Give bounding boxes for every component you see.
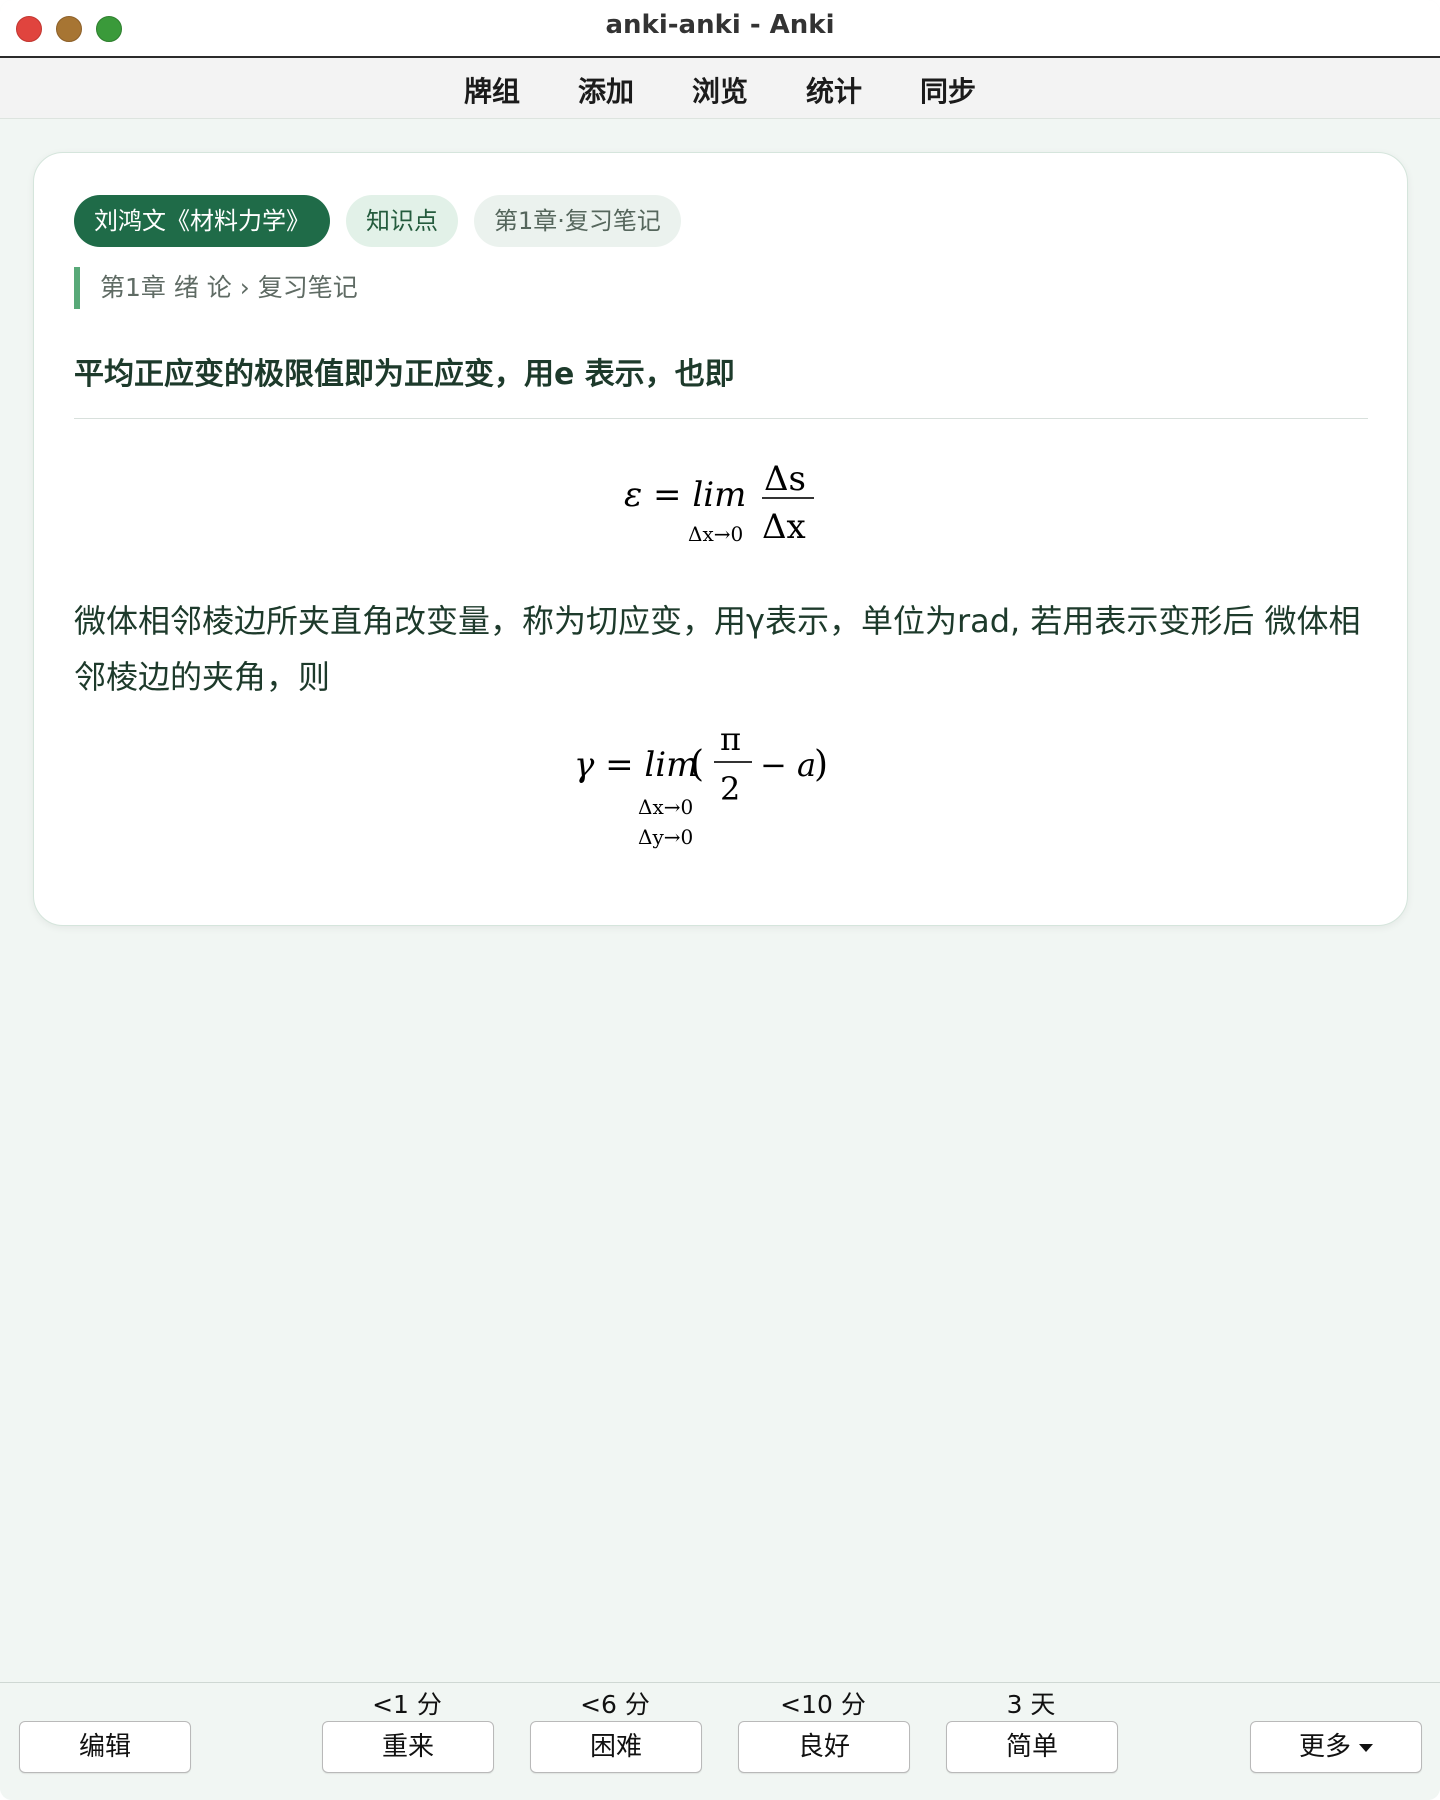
tag-book: 刘鸿文《材料力学》 <box>74 195 330 247</box>
formula2-close-paren: ) <box>814 744 828 785</box>
card-question: 平均正应变的极限值即为正应变，用e 表示，也即 <box>74 357 735 392</box>
formula2-open-paren: ( <box>690 744 704 785</box>
easy-interval: 3 天 <box>1006 1690 1056 1719</box>
main-toolbar: 牌组 添加 浏览 统计 同步 <box>0 58 1440 119</box>
normal-strain-formula: ε = lim Δx→0 Δs Δx <box>624 459 814 547</box>
hard-button[interactable]: 困难 <box>530 1721 702 1773</box>
toolbar-sync[interactable]: 同步 <box>891 58 1005 118</box>
again-interval: <1 分 <box>372 1690 442 1719</box>
formula1-numerator: Δs <box>764 459 806 499</box>
chevron-down-icon <box>1359 1743 1373 1752</box>
formula2-denominator: 2 <box>720 770 740 808</box>
breadcrumb: 第1章 绪 论 › 复习笔记 <box>74 267 358 309</box>
tag-chapter-notes: 第1章·复习笔记 <box>474 195 681 247</box>
formula2-sub2: Δy→0 <box>638 825 693 849</box>
toolbar-stats[interactable]: 统计 <box>777 58 891 118</box>
hard-interval: <6 分 <box>580 1690 650 1719</box>
tag-knowledge-point: 知识点 <box>346 195 458 247</box>
formula1-sub: Δx→0 <box>688 522 743 546</box>
formula2-tail: − a <box>760 746 816 784</box>
answer-bar: 编辑 <1 分 重来 <6 分 困难 <10 分 良好 3 天 简单 更多 <box>0 1682 1440 1800</box>
more-label: 更多 <box>1298 1732 1351 1762</box>
title-bar: anki-anki - Anki <box>0 0 1440 58</box>
formula2-numerator: π <box>720 720 741 758</box>
tag-list: 刘鸿文《材料力学》 知识点 第1章·复习笔记 <box>74 195 681 247</box>
formula2-sub1: Δx→0 <box>638 795 693 819</box>
again-button[interactable]: 重来 <box>322 1721 494 1773</box>
toolbar-browse[interactable]: 浏览 <box>663 58 777 118</box>
app-window: anki-anki - Anki 牌组 添加 浏览 统计 同步 刘鸿文《材料力学… <box>0 0 1440 1800</box>
formula2-lhs: γ = lim <box>574 745 698 785</box>
edit-button[interactable]: 编辑 <box>19 1721 191 1773</box>
more-button[interactable]: 更多 <box>1250 1721 1422 1773</box>
formula1-denominator: Δx <box>762 507 806 547</box>
window-title: anki-anki - Anki <box>605 10 835 40</box>
answer-divider <box>74 418 1368 419</box>
card-answer: 微体相邻棱边所夹直角改变量，称为切应变，用γ表示，单位为rad, 若用表示变形后… <box>74 602 1361 696</box>
good-interval: <10 分 <box>780 1690 866 1719</box>
easy-button[interactable]: 简单 <box>946 1721 1118 1773</box>
review-card: 刘鸿文《材料力学》 知识点 第1章·复习笔记 第1章 绪 论 › 复习笔记 平均… <box>33 152 1408 926</box>
toolbar-decks[interactable]: 牌组 <box>435 58 549 118</box>
toolbar-add[interactable]: 添加 <box>549 58 663 118</box>
formula1-lhs: ε = lim <box>624 475 746 515</box>
good-button[interactable]: 良好 <box>738 1721 910 1773</box>
shear-strain-formula: γ = lim ( Δx→0 Δy→0 π 2 − a ) <box>574 720 828 849</box>
